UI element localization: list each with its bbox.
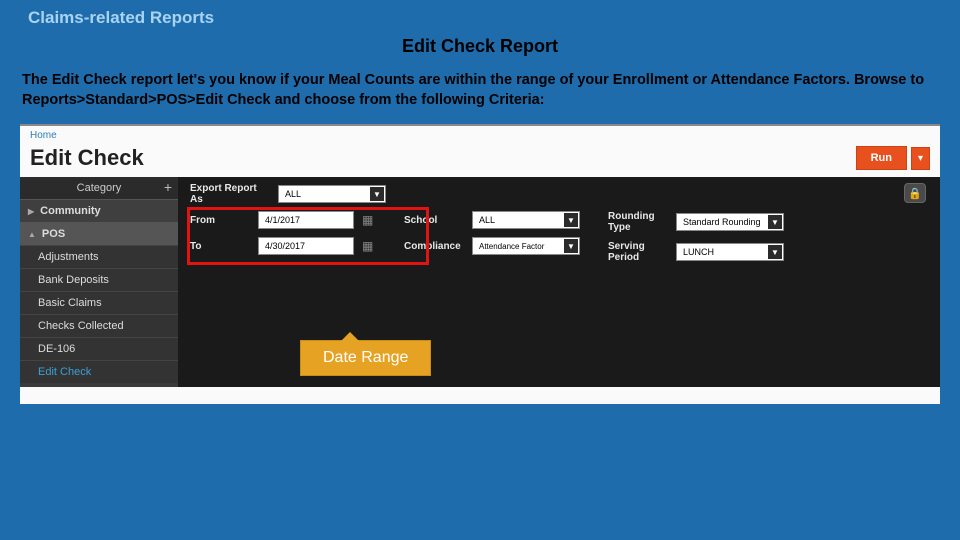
to-date-input[interactable]: 4/30/2017 [258,237,354,255]
export-value: ALL [285,189,301,199]
sidebar-group-label: Community [40,205,101,217]
run-button[interactable]: Run [856,146,907,170]
run-dropdown-caret[interactable]: ▾ [911,147,930,170]
intro-prefix: The [22,72,52,88]
sidebar-heading: Category + [20,177,178,199]
from-label: From [190,215,250,226]
school-select[interactable]: ALL ▼ [472,211,580,229]
compliance-value: Attendance Factor [479,242,544,251]
sidebar-item[interactable]: Basic Claims [20,291,178,314]
callout-date-range: Date Range [300,340,431,376]
slide-section-header: Claims-related Reports [0,0,960,32]
chevron-down-icon: ▼ [564,213,578,227]
serving-value: LUNCH [683,247,714,257]
chevron-down-icon: ▼ [370,187,384,201]
sidebar-item-edit-check[interactable]: Edit Check [20,360,178,383]
compliance-label: Compliance [404,241,464,252]
chevron-down-icon: ▼ [768,215,782,229]
chevron-down-icon: ▲ [28,230,36,239]
intro-rest: report let's you know if your Meal Count… [22,72,924,108]
export-format-select[interactable]: ALL ▼ [278,185,386,203]
from-date-input[interactable]: 4/1/2017 [258,211,354,229]
school-label: School [404,215,464,226]
rounding-label: Rounding Type [608,211,668,233]
calendar-icon[interactable]: ▦ [362,212,376,228]
serving-period-select[interactable]: LUNCH ▼ [676,243,784,261]
rounding-select[interactable]: Standard Rounding ▼ [676,213,784,231]
sidebar-item[interactable]: Adjustments [20,245,178,268]
sidebar-group-community[interactable]: ▶ Community [20,199,178,222]
to-value: 4/30/2017 [265,241,305,251]
sidebar-item[interactable]: DE-106 [20,337,178,360]
rounding-value: Standard Rounding [683,217,761,227]
slide-title: Edit Check Report [0,36,960,57]
page-title: Edit Check [30,145,856,171]
from-value: 4/1/2017 [265,215,300,225]
intro-bold: Edit Check [52,72,127,88]
sidebar-item[interactable]: Checks Collected [20,314,178,337]
lock-icon[interactable]: 🔒 [904,183,926,203]
sidebar-group-pos[interactable]: ▲ POS [20,222,178,245]
chevron-down-icon: ▼ [564,239,578,253]
sidebar-group-label: POS [42,228,65,240]
report-config-panel: 🔒 Export Report As ALL ▼ From 4/1/2017 ▦ [186,177,932,387]
sidebar-item[interactable]: Bank Deposits [20,268,178,291]
calendar-icon[interactable]: ▦ [362,238,376,254]
chevron-down-icon: ▼ [768,245,782,259]
to-label: To [190,241,250,252]
compliance-select[interactable]: Attendance Factor ▼ [472,237,580,255]
serving-label: Serving Period [608,241,668,263]
breadcrumb[interactable]: Home [20,126,940,143]
app-screenshot: Home Edit Check Run ▾ Category + ▶ Commu… [20,124,940,404]
slide-intro-text: The Edit Check report let's you know if … [0,57,960,120]
category-sidebar: Category + ▶ Community ▲ POS Adjustments… [20,177,178,387]
add-category-icon[interactable]: + [164,179,172,195]
chevron-right-icon: ▶ [28,207,34,216]
export-label: Export Report As [190,183,268,205]
school-value: ALL [479,215,495,225]
sidebar-heading-label: Category [77,182,122,194]
